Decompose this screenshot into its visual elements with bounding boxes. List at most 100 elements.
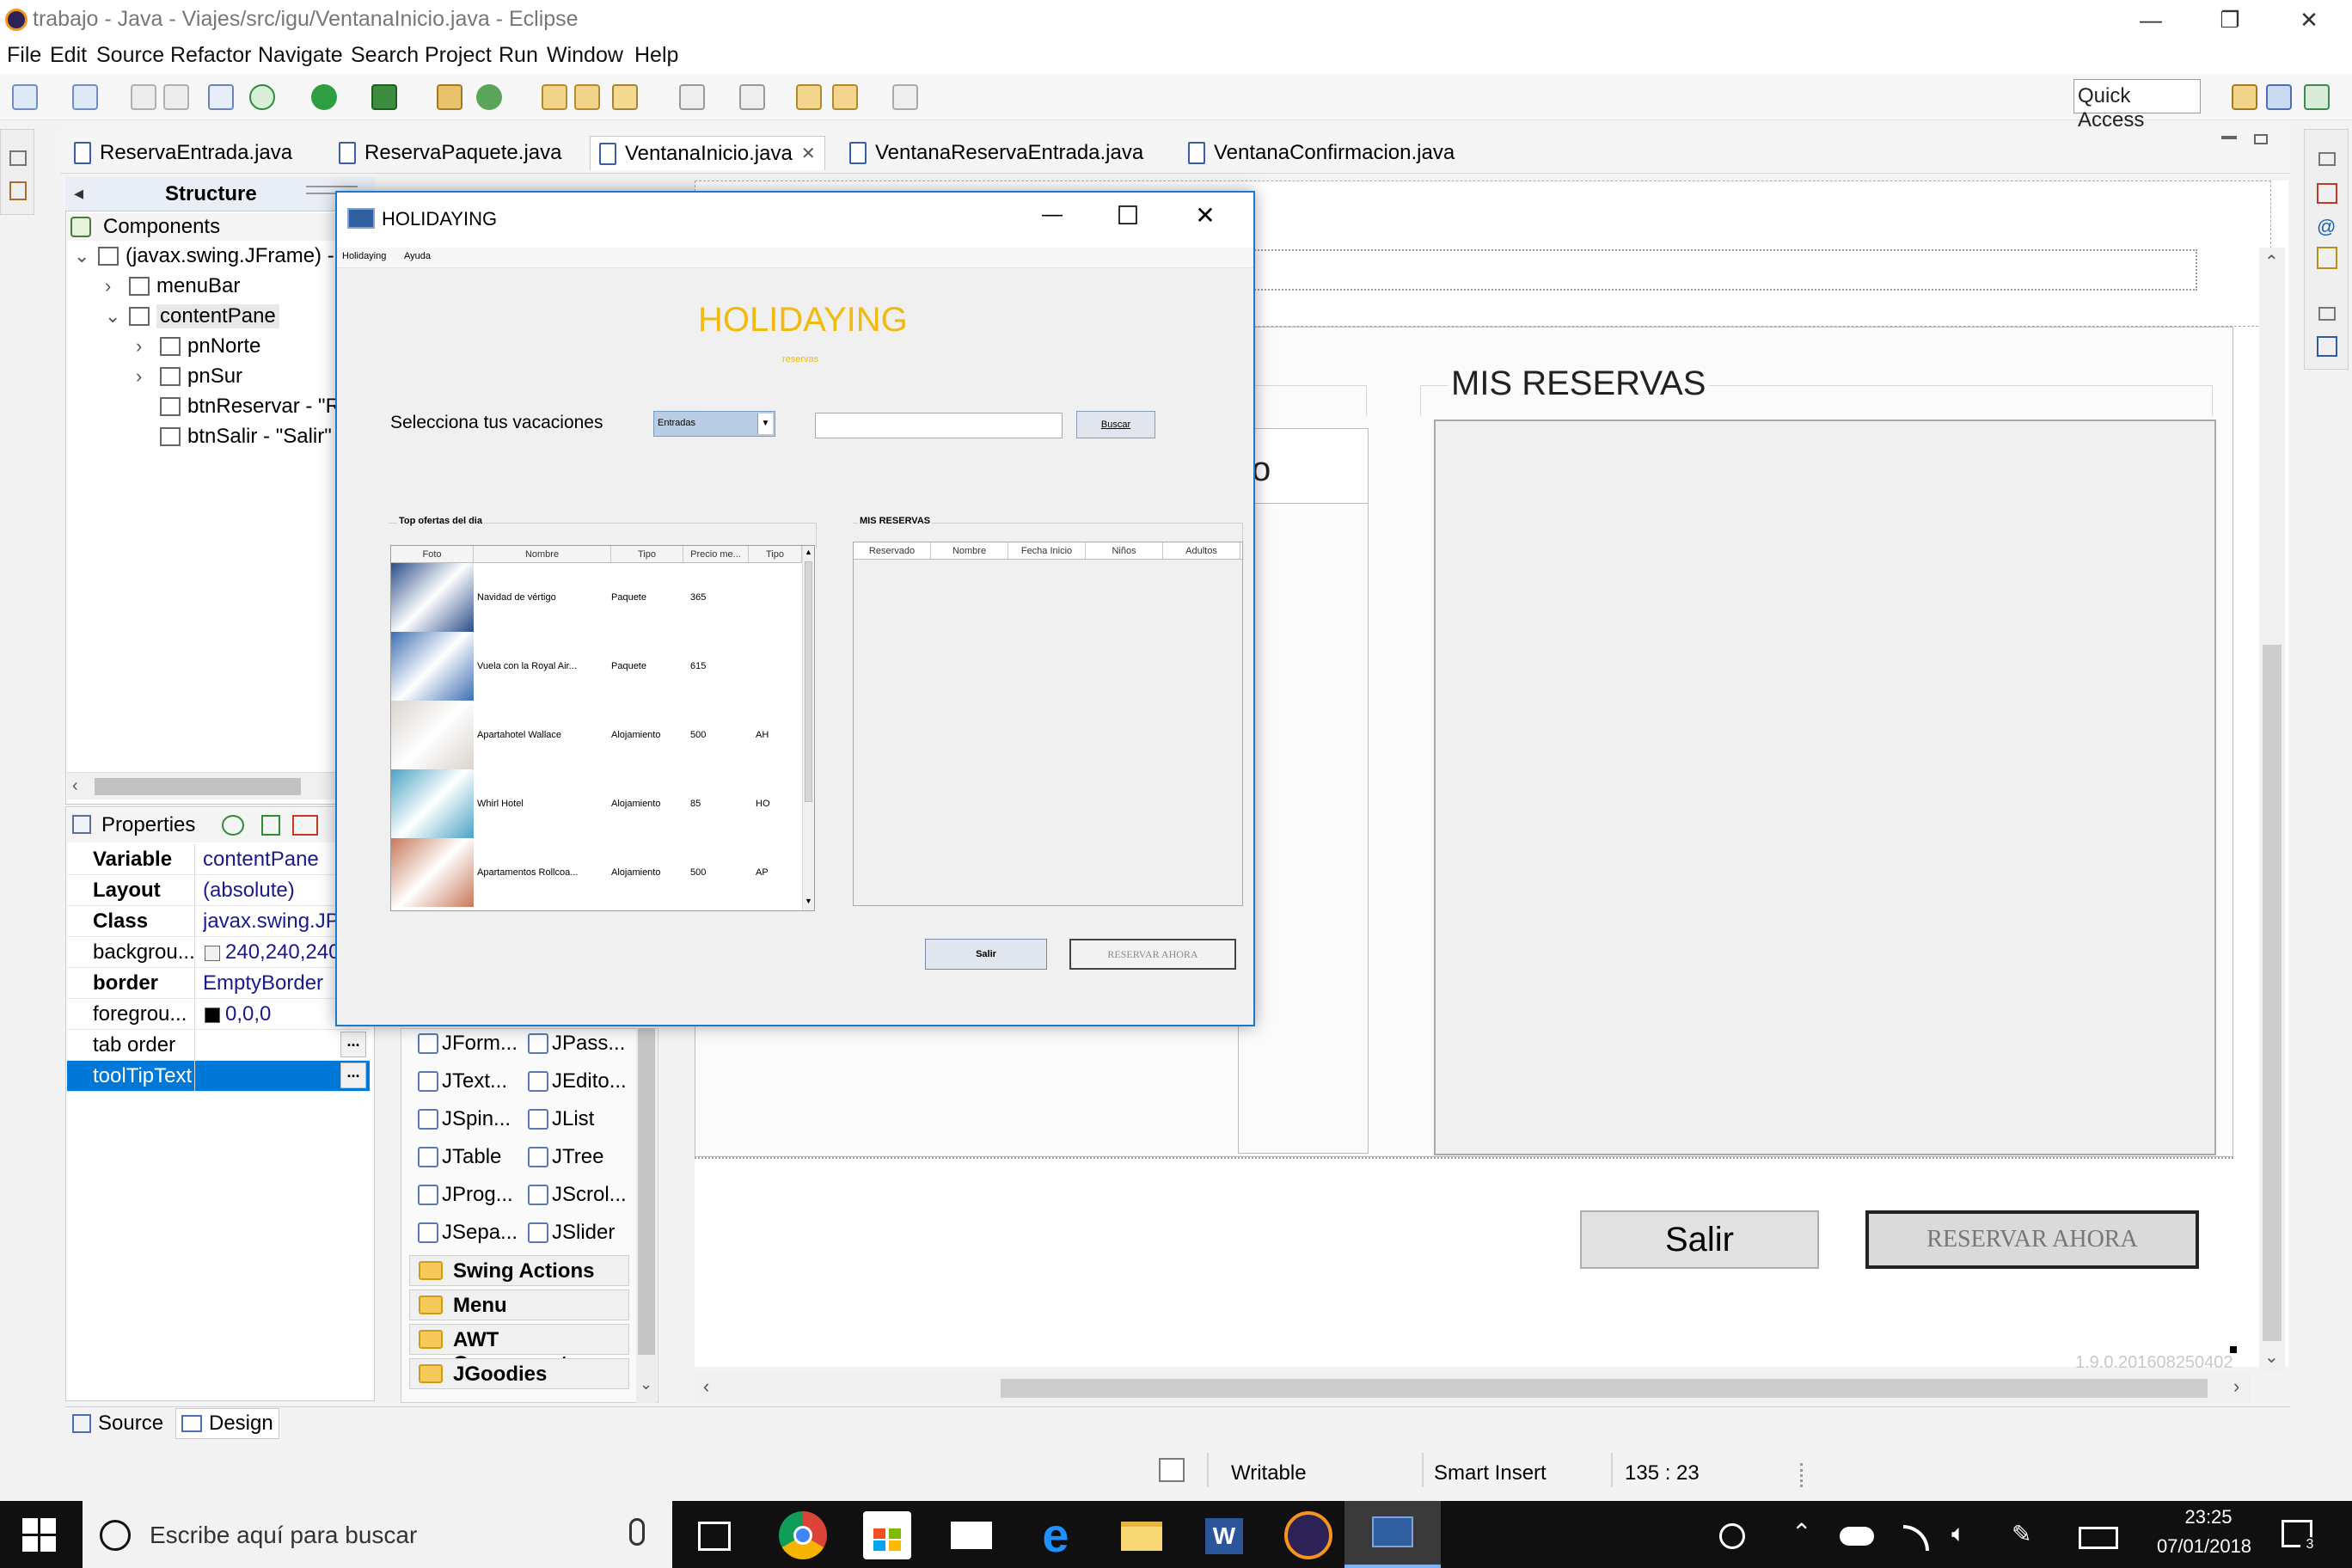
scrollbar-thumb[interactable] (805, 561, 812, 802)
property-row[interactable]: toolTipText... (67, 1061, 370, 1092)
ellipsis-button[interactable]: ... (340, 1032, 366, 1057)
palette-component[interactable]: JForm... (418, 1032, 518, 1056)
chevron-up-icon[interactable]: ⌃ (1792, 1518, 1811, 1547)
taskbar-time[interactable]: 23:25 (2171, 1506, 2245, 1528)
menu-search[interactable]: Search (351, 43, 419, 68)
palette-component[interactable]: JText... (418, 1069, 507, 1093)
menu-project[interactable]: Project (425, 43, 492, 68)
volume-muted-icon[interactable]: 🔈︎ (1951, 1520, 1966, 1548)
search-tool-icon[interactable] (612, 84, 638, 110)
holidaying-taskbar-button[interactable] (1344, 1501, 1441, 1568)
tree-node[interactable]: › menuBar (105, 274, 240, 298)
holidaying-window[interactable]: HOLIDAYING — ☐ ✕ Holidaying Ayuda HOLIDA… (335, 191, 1255, 1026)
dialog-salir-button[interactable]: Salir (925, 939, 1047, 970)
property-row[interactable]: foregrou... 0,0,0 (67, 999, 370, 1030)
tree-expanded-icon[interactable]: ⌄ (105, 305, 122, 328)
edge-icon[interactable]: e (1032, 1511, 1080, 1559)
run-external-icon[interactable] (371, 84, 397, 110)
last-edit-icon[interactable] (796, 84, 822, 110)
chrome-icon[interactable] (779, 1511, 827, 1559)
property-row[interactable]: Layout (absolute) (67, 875, 370, 906)
vacation-type-combo[interactable]: Entradas ▼ (653, 411, 775, 437)
palette-component[interactable]: JSpin... (418, 1107, 511, 1131)
tree-node[interactable]: ⌄ (javax.swing.JFrame) - (74, 244, 334, 268)
java-perspective-icon[interactable] (2266, 84, 2292, 110)
menu-source[interactable]: Source (96, 43, 164, 68)
reservas-column-header[interactable]: Reservado (854, 542, 931, 559)
offers-table[interactable]: Foto Nombre Tipo Precio me... Tipo Navidad d… (390, 545, 815, 911)
palette-component[interactable]: JSepa... (418, 1221, 518, 1245)
menu-help[interactable]: Help (634, 43, 678, 68)
palette-category[interactable]: AWT Components (409, 1324, 629, 1375)
next-annotation-icon[interactable] (679, 84, 705, 110)
palette-component[interactable]: JScrol... (528, 1183, 627, 1207)
tab-ventana-inicio[interactable]: VentanaInicio.java ✕ (590, 136, 825, 170)
tab-reserva-entrada[interactable]: ReservaEntrada.java (65, 136, 301, 170)
tab-source[interactable]: Source (67, 1408, 168, 1439)
offer-row[interactable]: Whirl Hotel Alojamiento 85 HO (391, 769, 802, 838)
dialog-minimize-button[interactable]: — (1035, 203, 1069, 237)
tree-node[interactable]: › pnNorte (136, 334, 260, 358)
run-icon[interactable] (311, 84, 337, 110)
tree-collapsed-icon[interactable]: › (105, 275, 122, 297)
restore-icon[interactable] (2318, 152, 2336, 166)
tree-node[interactable]: ⌄ contentPane (105, 304, 279, 328)
resize-handle[interactable] (2230, 1346, 2237, 1353)
scrollbar-thumb[interactable] (2263, 645, 2282, 1341)
offers-scrollbar[interactable]: ▲ ▼ (802, 546, 814, 910)
dialog-menu-holidaying[interactable]: Holidaying (342, 251, 386, 261)
convert-local-field-icon[interactable] (292, 815, 318, 836)
palette-component[interactable]: JEdito... (528, 1069, 627, 1093)
mail-icon[interactable] (947, 1511, 995, 1559)
menu-run[interactable]: Run (499, 43, 538, 68)
mis-reservas-table-area[interactable] (1434, 420, 2216, 1155)
scroll-up-icon[interactable]: ▲ (805, 548, 812, 556)
reservas-column-header[interactable]: Adultos (1163, 542, 1240, 559)
offer-row[interactable]: Apartamentos Rollcoa... Alojamiento 500 AP (391, 838, 802, 907)
maximize-button[interactable]: ❐ (2190, 0, 2269, 40)
dialog-menu-ayuda[interactable]: Ayuda (404, 251, 431, 261)
scroll-right-icon[interactable]: › (2233, 1375, 2239, 1398)
palette-scrollbar[interactable]: ⌄ (636, 1028, 657, 1403)
scroll-down-icon[interactable]: ▼ (805, 897, 812, 905)
drag-handle[interactable] (306, 186, 358, 187)
back-icon[interactable] (832, 84, 858, 110)
ellipsis-button[interactable]: ... (340, 1063, 366, 1088)
menu-file[interactable]: File (7, 43, 41, 68)
new-file-icon[interactable] (12, 84, 38, 110)
tab-design[interactable]: Design (175, 1408, 279, 1439)
windows-start-icon[interactable] (22, 1518, 57, 1553)
property-row[interactable]: Variable contentPane (67, 844, 370, 875)
scrollbar-thumb[interactable] (95, 778, 301, 795)
tree-expanded-icon[interactable]: ⌄ (74, 245, 91, 267)
tab-close-icon[interactable]: ✕ (801, 143, 816, 164)
eclipse-taskbar-icon[interactable] (1284, 1511, 1332, 1559)
reservas-column-header[interactable]: Nombre (931, 542, 1008, 559)
maximize-editor-icon[interactable] (2254, 134, 2268, 144)
prev-annotation-icon[interactable] (739, 84, 765, 110)
tree-node[interactable]: › pnSur (136, 364, 242, 389)
canvas-vertical-scrollbar[interactable]: ⌃ ⌄ (2259, 248, 2285, 1370)
restore-icon[interactable] (2318, 307, 2336, 321)
package-explorer-icon[interactable] (9, 181, 27, 200)
people-icon[interactable] (1719, 1523, 1745, 1549)
tab-reserva-paquete[interactable]: ReservaPaquete.java (330, 136, 570, 170)
menu-refactor[interactable]: Refactor (170, 43, 251, 68)
palette-component[interactable]: JTable (418, 1145, 501, 1169)
debug-icon[interactable] (249, 84, 275, 110)
tab-ventana-confirmacion[interactable]: VentanaConfirmacion.java (1179, 136, 1463, 170)
scroll-left-icon[interactable]: ‹ (703, 1375, 709, 1398)
palette-component[interactable]: JProg... (418, 1183, 513, 1207)
close-button[interactable]: ✕ (2269, 0, 2349, 40)
debug-perspective-icon[interactable] (2304, 84, 2330, 110)
minimize-editor-icon[interactable] (2221, 136, 2237, 139)
palette-category[interactable]: Menu (409, 1289, 629, 1320)
show-events-icon[interactable] (222, 815, 244, 836)
declaration-icon[interactable] (2317, 247, 2337, 269)
microphone-icon[interactable] (629, 1518, 645, 1546)
property-row[interactable]: backgrou... 240,240,240 (67, 937, 370, 968)
minimize-button[interactable]: — (2111, 0, 2190, 40)
menu-edit[interactable]: Edit (50, 43, 87, 68)
offers-column-header[interactable]: Foto (391, 546, 474, 562)
offers-column-header[interactable]: Precio me... (683, 546, 749, 562)
